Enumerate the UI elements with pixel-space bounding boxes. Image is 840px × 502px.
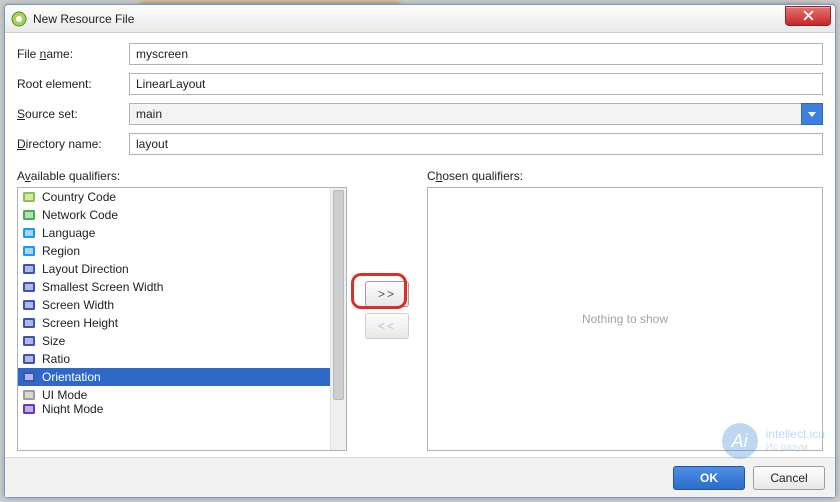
list-item-label: Screen Width [42,298,114,312]
qualifier-icon [22,334,36,348]
available-qualifiers-list[interactable]: Country Code Network Code Language Region La… [17,187,347,451]
file-name-input[interactable] [129,43,823,65]
source-set-label: Source set: [17,107,129,121]
remove-qualifier-button[interactable]: << [365,313,409,339]
qualifier-icon [22,280,36,294]
ok-button[interactable]: OK [673,466,745,490]
qualifier-icon [22,316,36,330]
list-item-label: Region [42,244,80,258]
qualifier-icon [22,226,36,240]
list-item-label: Ratio [42,352,70,366]
list-item-label: Country Code [42,190,116,204]
list-item[interactable]: Orientation [18,368,330,386]
root-element-label: Root element: [17,77,129,91]
close-icon [803,10,814,21]
qualifier-icon [22,298,36,312]
list-item[interactable]: Size [18,332,330,350]
list-item-label: Smallest Screen Width [42,280,163,294]
list-item[interactable]: Ratio [18,350,330,368]
cancel-button[interactable]: Cancel [753,466,825,490]
qualifier-icon [22,190,36,204]
window-title: New Resource File [33,12,134,26]
qualifier-icon [22,244,36,258]
new-resource-file-dialog: New Resource File File name: Root elemen… [4,4,836,498]
directory-name-input[interactable] [129,133,823,155]
chosen-qualifiers-list[interactable]: Nothing to show [427,187,823,451]
list-item[interactable]: Region [18,242,330,260]
qualifier-icon [22,404,36,414]
list-item-label: UI Mode [42,388,87,402]
list-item[interactable]: Language [18,224,330,242]
app-icon [11,11,27,27]
list-item[interactable]: Smallest Screen Width [18,278,330,296]
root-element-input[interactable] [129,73,823,95]
directory-name-label: Directory name: [17,137,129,151]
empty-text: Nothing to show [582,312,668,326]
qualifier-icon [22,352,36,366]
add-qualifier-button[interactable]: >> [365,281,409,307]
dialog-footer: OK Cancel [5,457,835,497]
list-item-label: Layout Direction [42,262,129,276]
list-item[interactable]: Screen Height [18,314,330,332]
list-item[interactable]: Layout Direction [18,260,330,278]
qualifier-icon [22,370,36,384]
list-item-label: Orientation [42,370,101,384]
list-item[interactable]: Network Code [18,206,330,224]
list-item-label: Night Mode [42,404,103,414]
chosen-qualifiers-label: Chosen qualifiers: [427,169,823,183]
list-item-label: Network Code [42,208,118,222]
source-set-select[interactable]: main [129,103,823,125]
list-item[interactable]: Screen Width [18,296,330,314]
dropdown-icon [801,103,823,125]
list-item[interactable]: UI Mode [18,386,330,404]
list-item[interactable]: Country Code [18,188,330,206]
close-button[interactable] [785,6,831,26]
available-qualifiers-label: Available qualifiers: [17,169,347,183]
scrollbar-thumb[interactable] [333,190,344,400]
list-item-label: Screen Height [42,316,118,330]
source-set-value: main [129,103,801,125]
list-item-label: Size [42,334,65,348]
qualifier-icon [22,262,36,276]
scrollbar[interactable] [330,188,346,450]
title-bar: New Resource File [5,5,835,33]
list-item-label: Language [42,226,95,240]
list-item[interactable]: Night Mode [18,404,330,414]
qualifier-icon [22,208,36,222]
qualifier-icon [22,388,36,402]
file-name-label: File name: [17,47,129,61]
